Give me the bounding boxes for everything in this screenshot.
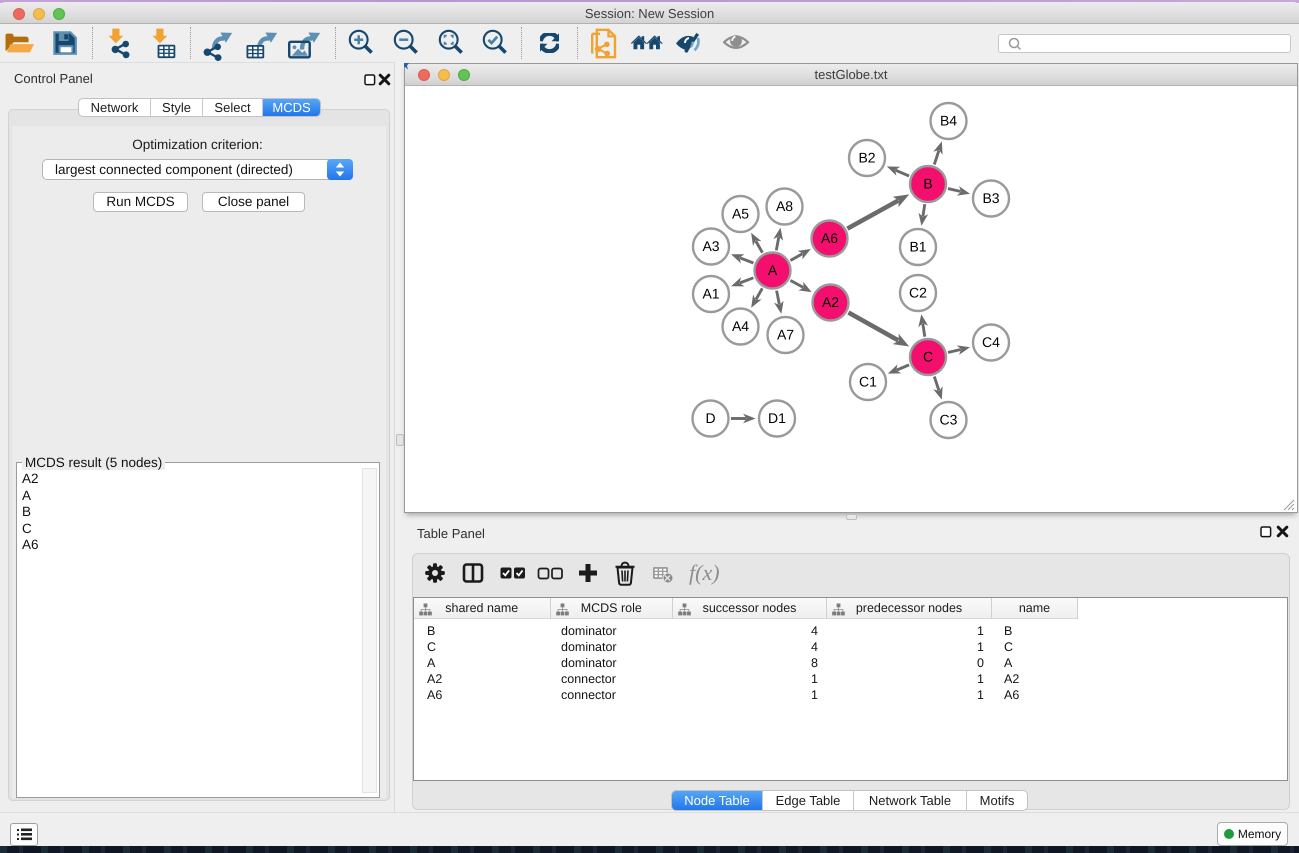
svg-text:A3: A3 xyxy=(702,238,719,254)
svg-text:B4: B4 xyxy=(940,113,957,129)
svg-text:C2: C2 xyxy=(909,285,927,301)
svg-text:A8: A8 xyxy=(776,198,793,214)
svg-text:B1: B1 xyxy=(909,239,926,255)
svg-text:C4: C4 xyxy=(982,334,1000,350)
svg-text:B2: B2 xyxy=(858,150,875,166)
svg-text:A7: A7 xyxy=(777,327,794,343)
svg-text:A2: A2 xyxy=(822,294,839,310)
svg-text:A4: A4 xyxy=(732,318,749,334)
svg-text:D1: D1 xyxy=(768,410,786,426)
svg-text:A5: A5 xyxy=(732,206,749,222)
svg-text:B3: B3 xyxy=(982,190,999,206)
svg-text:A1: A1 xyxy=(702,286,719,302)
svg-text:C1: C1 xyxy=(859,374,877,390)
svg-text:D: D xyxy=(705,410,715,426)
svg-text:C: C xyxy=(923,349,933,365)
svg-text:A: A xyxy=(768,262,778,278)
svg-text:A6: A6 xyxy=(821,230,838,246)
svg-text:B: B xyxy=(923,176,932,192)
svg-text:C3: C3 xyxy=(940,412,958,428)
